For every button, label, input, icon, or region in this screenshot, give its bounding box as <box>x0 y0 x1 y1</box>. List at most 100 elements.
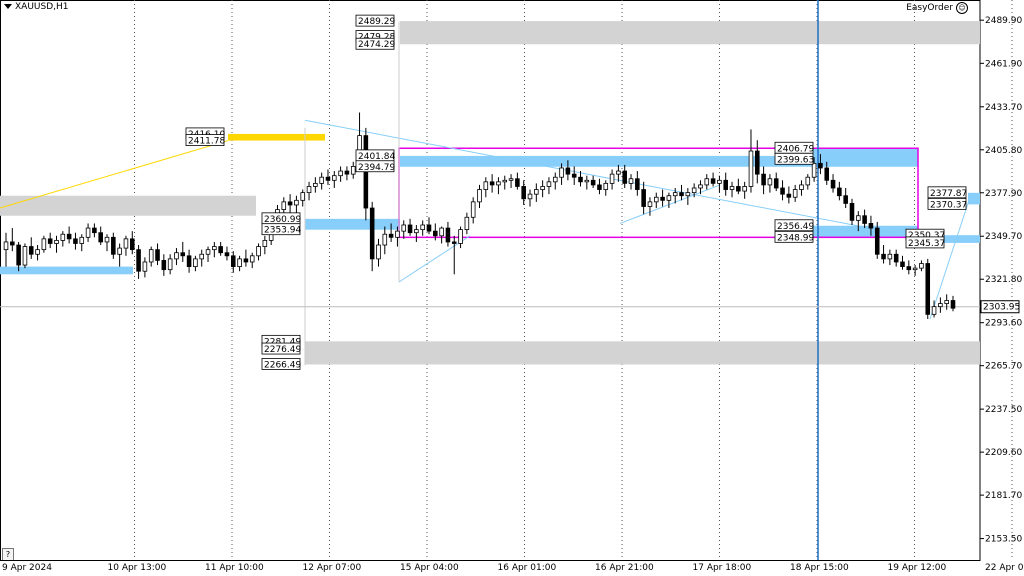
candle-body <box>79 236 85 244</box>
candle-body <box>672 192 678 197</box>
candle-body <box>281 201 287 210</box>
candle-body <box>931 306 937 315</box>
candle-body <box>249 255 255 263</box>
candle-body <box>237 258 242 267</box>
time-label: 17 Apr 18:00 <box>693 563 752 573</box>
candle-body <box>597 184 602 190</box>
candle-body <box>647 201 653 207</box>
candle-body <box>742 186 747 192</box>
price-label: 2411.78 <box>188 137 225 147</box>
candle-body <box>552 176 558 183</box>
candle-body <box>616 170 621 175</box>
candle-body <box>496 181 501 186</box>
candle-body <box>161 260 167 271</box>
candle-body <box>395 230 400 238</box>
candle-body <box>534 189 539 195</box>
candle-body <box>180 252 186 257</box>
price-tick-label: 2461.90 <box>985 59 1022 69</box>
zone-blue <box>0 266 133 275</box>
candle-body <box>710 178 716 184</box>
chart[interactable]: 9 Apr 2024 10 Apr 13:00 11 Apr 10:00 12 Apr… <box>0 0 1024 576</box>
candle-body <box>856 215 861 221</box>
candle-body <box>117 247 122 255</box>
candle-body <box>635 178 640 190</box>
candle-body <box>401 224 407 232</box>
candle-body <box>609 173 615 184</box>
price-tick-label: 2265.70 <box>985 362 1022 372</box>
candle-body <box>35 249 40 255</box>
candle-body <box>887 253 893 260</box>
candle-body <box>590 179 596 186</box>
candle-body <box>780 187 785 195</box>
current-price-label: 2303.95 <box>983 303 1020 313</box>
candle-body <box>313 182 318 187</box>
candle-body <box>155 249 160 261</box>
candle-body <box>773 178 779 189</box>
price-label: 2377.87 <box>930 189 967 199</box>
candle-body <box>414 229 419 234</box>
candle-body <box>603 182 609 190</box>
plot-frame <box>0 0 981 561</box>
candle-body <box>786 193 792 198</box>
candle-body <box>679 192 684 197</box>
candle-body <box>332 175 337 181</box>
price-label: 2356.49 <box>777 222 814 232</box>
candle-body <box>736 186 741 192</box>
candle-body <box>186 255 192 267</box>
price-label: 2348.99 <box>777 233 814 243</box>
candle-body <box>262 239 268 247</box>
time-label: 12 Apr 07:00 <box>303 563 362 573</box>
price-tick-label: 2405.80 <box>985 146 1022 156</box>
candle-body <box>85 227 91 238</box>
candle-body <box>148 249 154 263</box>
candle-body <box>723 179 729 190</box>
candle-body <box>950 300 956 309</box>
price-label: 2276.49 <box>264 345 301 355</box>
candle-body <box>426 224 432 232</box>
candle-body <box>874 227 880 255</box>
candle-body <box>685 192 691 197</box>
candle-body <box>893 253 899 263</box>
candle-body <box>111 236 116 255</box>
candle-body <box>16 244 21 266</box>
candle-body <box>584 179 590 183</box>
candle-body <box>919 263 924 269</box>
price-label: 2474.29 <box>358 40 395 50</box>
candle-body <box>805 176 811 186</box>
candle-body <box>748 150 754 187</box>
candle-body <box>527 193 533 200</box>
price-label: 2406.79 <box>777 144 814 154</box>
candle-body <box>256 246 261 257</box>
candle-body <box>344 170 350 175</box>
candle-body <box>881 253 886 260</box>
candle-body <box>193 258 198 267</box>
candle-body <box>470 201 476 218</box>
candle-body <box>433 230 438 237</box>
candle-body <box>729 186 735 190</box>
candle-body <box>445 227 451 243</box>
candle-body <box>319 176 324 184</box>
zone-yellow <box>228 133 325 141</box>
candle-body <box>755 150 760 175</box>
time-label: 16 Apr 21:00 <box>595 563 654 573</box>
candle-body <box>98 232 103 243</box>
candle-body <box>508 178 514 181</box>
price-label: 2345.37 <box>908 239 945 249</box>
candle-body <box>60 233 66 241</box>
candle-body <box>167 258 173 271</box>
candle-body <box>294 199 299 206</box>
candle-body <box>628 178 634 184</box>
price-tick-label: 2489.90 <box>985 16 1022 26</box>
candle-body <box>483 181 489 190</box>
time-label: 10 Apr 13:00 <box>108 563 167 573</box>
candle-body <box>698 184 703 189</box>
candle-body <box>142 261 148 272</box>
candle-body <box>691 187 697 194</box>
candle-body <box>224 252 230 257</box>
price-tick-label: 2237.50 <box>985 405 1022 415</box>
time-label: 9 Apr 2024 <box>2 563 52 573</box>
candle-body <box>849 203 855 221</box>
candle-body <box>837 187 842 197</box>
time-label: 16 Apr 01:00 <box>498 563 557 573</box>
candle-body <box>938 303 943 308</box>
